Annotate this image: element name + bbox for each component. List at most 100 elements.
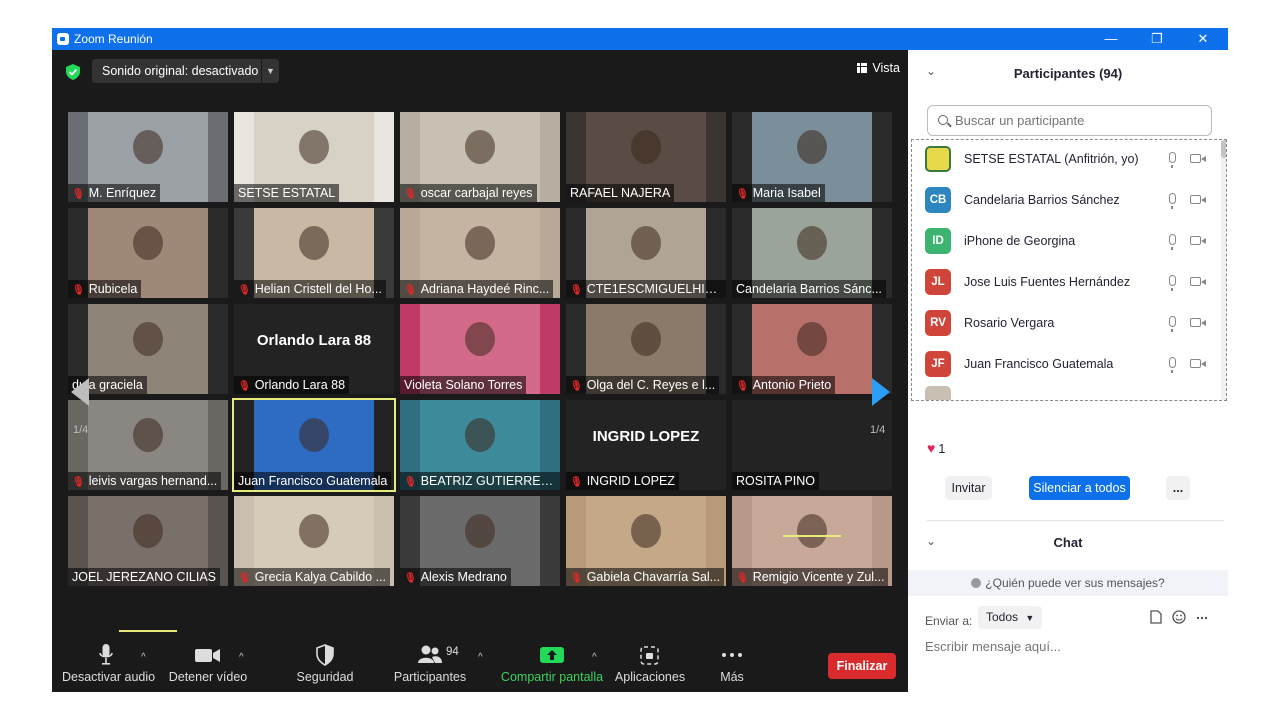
muted-mic-icon: 🎙 <box>404 189 417 200</box>
scrollbar-thumb[interactable] <box>1221 140 1226 158</box>
participants-count-badge: 94 <box>446 646 459 658</box>
previous-page-arrow-icon[interactable] <box>71 378 89 406</box>
video-tile[interactable]: dula graciela <box>68 304 228 394</box>
muted-mic-icon: 🎙 <box>570 381 583 392</box>
who-can-see-messages[interactable]: ¿Quién puede ver sus mensajes? <box>908 570 1228 596</box>
share-screen-button[interactable]: Compartir pantalla <box>500 638 604 684</box>
security-shield-icon[interactable] <box>66 64 80 80</box>
video-tile[interactable]: SETSE ESTATAL <box>234 112 394 202</box>
participant-row[interactable]: RV Rosario Vergara <box>912 304 1218 345</box>
minimize-button[interactable]: — <box>1088 28 1134 50</box>
original-sound-button[interactable]: Sonido original: desactivado ▼ <box>92 59 279 83</box>
video-tile[interactable]: 🎙 CTE1ESCMIGUELHIDA... <box>566 208 726 298</box>
video-tile[interactable]: 🎙 Adriana Haydeé Rinc... <box>400 208 560 298</box>
chevron-down-icon[interactable]: ▼ <box>261 59 279 83</box>
participant-silhouette <box>299 514 329 548</box>
video-tile[interactable]: 🎙 BEATRIZ GUTIERREZ ... <box>400 400 560 490</box>
chat-message-input[interactable] <box>925 636 1215 656</box>
microphone-icon[interactable] <box>1169 275 1176 291</box>
chat-more-icon[interactable] <box>1196 616 1208 620</box>
security-button[interactable]: Seguridad <box>292 638 358 684</box>
more-button[interactable]: Más <box>712 638 752 684</box>
video-tile[interactable]: 🎙 Helian Cristell del Ho... <box>234 208 394 298</box>
microphone-icon[interactable] <box>1169 193 1176 209</box>
participant-silhouette <box>797 322 827 356</box>
participant-name: Gabiela Chavarría Sal... <box>586 570 721 584</box>
next-page-arrow-icon[interactable] <box>872 378 890 406</box>
participant-row[interactable]: JL Jose Luis Fuentes Hernández <box>912 263 1218 304</box>
stop-video-button[interactable]: Detener vídeo <box>168 638 248 684</box>
restore-button[interactable]: ❐ <box>1134 28 1180 50</box>
mute-audio-button[interactable]: Desactivar audio <box>62 638 155 684</box>
video-tile[interactable]: Orlando Lara 88 🎙 Orlando Lara 88 <box>234 304 394 394</box>
video-tile[interactable]: 🎙 Maria Isabel <box>732 112 892 202</box>
video-tile[interactable]: 🎙 Antonio Prieto <box>732 304 892 394</box>
video-tile[interactable]: Candelaria Barrios Sánc... <box>732 208 892 298</box>
mute-all-button[interactable]: Silenciar a todos <box>1029 476 1130 500</box>
video-tile[interactable]: 🎙 Grecia Kalya Cabildo ... <box>234 496 394 586</box>
close-button[interactable]: ✕ <box>1180 28 1226 50</box>
participant-name-label: 🎙 oscar carbajal reyes <box>400 184 537 202</box>
microphone-icon[interactable] <box>1169 316 1176 332</box>
search-participant-input[interactable] <box>927 105 1212 136</box>
video-camera-icon[interactable] <box>1190 359 1206 368</box>
file-icon[interactable] <box>1150 610 1162 624</box>
shield-icon <box>316 644 334 666</box>
end-meeting-button[interactable]: Finalizar <box>828 653 896 679</box>
microphone-icon[interactable] <box>1169 234 1176 250</box>
video-tile[interactable]: 🎙 Rubicela <box>68 208 228 298</box>
video-options-chevron-icon[interactable]: ^ <box>239 652 244 663</box>
participant-row[interactable]: CB Candelaria Barrios Sánchez <box>912 181 1218 222</box>
participants-scrollbar[interactable] <box>1221 140 1226 400</box>
participant-silhouette <box>631 514 661 548</box>
side-panel: ⌄ Participantes (94) SETSE ESTATAL (Anfi… <box>908 50 1228 692</box>
muted-mic-icon: 🎙 <box>72 477 85 488</box>
muted-mic-icon: 🎙 <box>570 477 583 488</box>
video-camera-icon[interactable] <box>1190 236 1206 245</box>
video-tile[interactable]: INGRID LOPEZ 🎙 INGRID LOPEZ <box>566 400 726 490</box>
share-options-chevron-icon[interactable]: ^ <box>592 652 597 663</box>
participant-silhouette <box>133 322 163 356</box>
window-title: Zoom Reunión <box>74 32 153 46</box>
invite-button[interactable]: Invitar <box>945 476 992 500</box>
chat-header: ⌄ Chat <box>908 524 1228 560</box>
emoji-icon[interactable] <box>1172 610 1186 624</box>
video-tile[interactable]: RAFAEL NAJERA <box>566 112 726 202</box>
send-to-dropdown[interactable]: Todos ▼ <box>978 606 1043 629</box>
more-label: Más <box>720 670 744 684</box>
video-tile[interactable]: 🎙 leivis vargas hernand... <box>68 400 228 490</box>
speaking-indicator <box>119 630 177 632</box>
participant-row[interactable]: ID iPhone de Georgina <box>912 222 1218 263</box>
avatar: RV <box>925 310 951 336</box>
video-tile[interactable]: JOEL JEREZANO CILIAS <box>68 496 228 586</box>
video-camera-icon[interactable] <box>1190 195 1206 204</box>
video-tile[interactable]: 🎙 M. Enríquez <box>68 112 228 202</box>
apps-button[interactable]: Aplicaciones <box>614 638 686 684</box>
participant-name-label: JOEL JEREZANO CILIAS <box>68 568 221 586</box>
participants-button[interactable]: Participantes <box>392 638 468 684</box>
video-tile[interactable]: Juan Francisco Guatemala <box>232 398 396 492</box>
participant-row[interactable]: JF Juan Francisco Guatemala <box>912 345 1218 386</box>
participant-name-label: SETSE ESTATAL <box>234 184 340 202</box>
participant-list-name: Candelaria Barrios Sánchez <box>964 193 1120 207</box>
participant-name: Adriana Haydeé Rinc... <box>420 282 550 296</box>
video-tile[interactable]: Violeta Solano Torres <box>400 304 560 394</box>
video-tile[interactable]: ROSITA PINO <box>732 400 892 490</box>
participant-name-label: Violeta Solano Torres <box>400 376 527 394</box>
microphone-icon[interactable] <box>1169 357 1176 373</box>
video-tile[interactable]: 🎙 Gabiela Chavarría Sal... <box>566 496 726 586</box>
microphone-icon[interactable] <box>1169 152 1176 168</box>
participant-row[interactable]: SETSE ESTATAL (Anfitrión, yo) <box>912 140 1218 181</box>
video-tile[interactable]: 🎙 Alexis Medrano <box>400 496 560 586</box>
more-options-button[interactable]: ... <box>1166 476 1190 500</box>
video-camera-icon[interactable] <box>1190 154 1206 163</box>
video-camera-icon[interactable] <box>1190 318 1206 327</box>
video-camera-icon[interactable] <box>1190 277 1206 286</box>
participants-options-chevron-icon[interactable]: ^ <box>478 652 483 663</box>
video-tile[interactable]: 🎙 Remigio Vicente y Zul... <box>732 496 892 586</box>
video-tile[interactable]: 🎙 Olga del C. Reyes e l... <box>566 304 726 394</box>
audio-options-chevron-icon[interactable]: ^ <box>141 652 146 663</box>
participant-name: JOEL JEREZANO CILIAS <box>72 570 217 584</box>
view-button[interactable]: Vista <box>857 61 900 75</box>
video-tile[interactable]: 🎙 oscar carbajal reyes <box>400 112 560 202</box>
